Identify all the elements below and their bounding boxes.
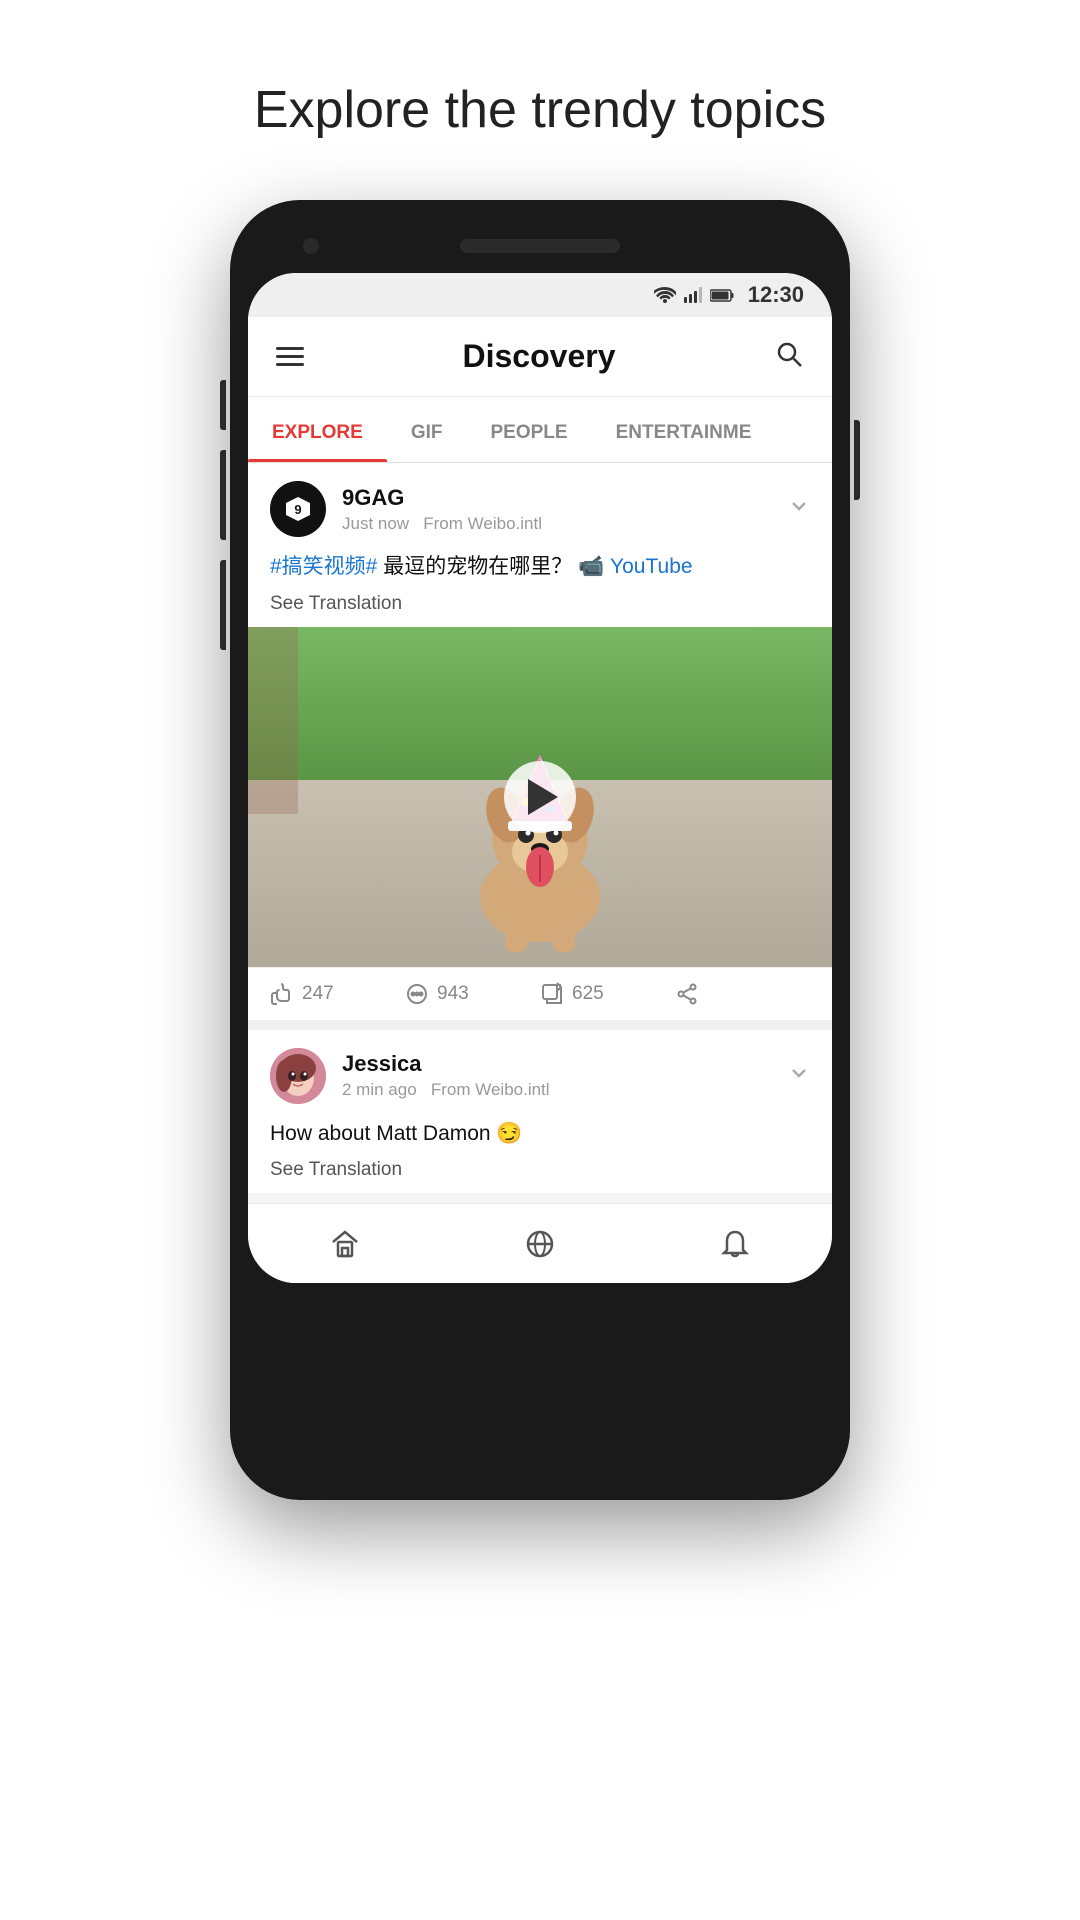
feed: 9 9GAG Just now From Weibo.intl (248, 463, 832, 1193)
phone-screen: 12:30 Discovery EXPLORE GIF PEOPLE E (248, 273, 832, 1283)
repost-icon (540, 982, 564, 1006)
post-meta: 2 min ago From Weibo.intl (342, 1080, 550, 1100)
youtube-link-text[interactable]: YouTube (610, 555, 693, 578)
brick-wall (248, 627, 298, 814)
discover-icon (524, 1228, 556, 1260)
status-icons: 12:30 (654, 282, 804, 308)
battery-icon (710, 289, 734, 302)
play-icon (528, 779, 558, 815)
tab-entertainment[interactable]: ENTERTAINME (592, 422, 776, 462)
comment-icon (405, 982, 429, 1006)
bottom-nav (248, 1203, 832, 1283)
nav-home[interactable] (248, 1204, 443, 1283)
chevron-down-icon (788, 1062, 810, 1084)
post-header-left: 9 9GAG Just now From Weibo.intl (270, 481, 542, 537)
like-icon (270, 982, 294, 1006)
post-header: 9 9GAG Just now From Weibo.intl (248, 463, 832, 549)
post-username: Jessica (342, 1051, 550, 1077)
app-title: Discovery (463, 338, 616, 375)
jessica-avatar (270, 1048, 326, 1104)
home-icon (329, 1228, 361, 1260)
like-button[interactable]: 247 (270, 982, 405, 1006)
share-icon (675, 982, 699, 1006)
post-options-button[interactable] (788, 1062, 810, 1090)
avatar: 9 (270, 481, 326, 537)
post-video-thumbnail[interactable] (248, 627, 832, 967)
side-button-power (854, 420, 860, 500)
wifi-icon (654, 287, 676, 303)
post-header: Jessica 2 min ago From Weibo.intl (248, 1030, 832, 1116)
post-source: From Weibo.intl (431, 1080, 550, 1099)
tab-explore[interactable]: EXPLORE (248, 422, 387, 462)
youtube-link[interactable]: 📹 (578, 555, 610, 578)
post-timestamp: Just now (342, 514, 409, 533)
phone-frame: 12:30 Discovery EXPLORE GIF PEOPLE E (230, 200, 850, 1500)
status-bar: 12:30 (248, 273, 832, 317)
search-button[interactable] (774, 339, 804, 374)
search-icon (774, 339, 804, 369)
post-header-left: Jessica 2 min ago From Weibo.intl (270, 1048, 550, 1104)
post-text: #搞笑视频# 最逗的宠物在哪里？ 📹 YouTube (248, 549, 832, 593)
post-card: Jessica 2 min ago From Weibo.intl (248, 1030, 832, 1194)
side-button-vol-down (220, 450, 226, 540)
phone-speaker (460, 239, 620, 253)
nav-notifications[interactable] (637, 1204, 832, 1283)
status-time: 12:30 (748, 282, 804, 308)
side-button-silent (220, 560, 226, 650)
see-translation-button[interactable]: See Translation (248, 593, 832, 627)
post-main-text: 最逗的宠物在哪里？ (383, 555, 572, 578)
avatar (270, 1048, 326, 1104)
menu-button[interactable] (276, 347, 304, 366)
post-meta: Just now From Weibo.intl (342, 514, 542, 534)
post-text: How about Matt Damon 😏 (248, 1116, 832, 1160)
phone-top-bar (248, 218, 832, 273)
like-count: 247 (302, 983, 334, 1005)
play-button[interactable] (504, 761, 576, 833)
bell-icon (719, 1228, 751, 1260)
hashtag[interactable]: #搞笑视频# (270, 555, 377, 578)
comment-count: 943 (437, 983, 469, 1005)
side-button-vol-up (220, 380, 226, 430)
app-header: Discovery (248, 317, 832, 397)
post-card: 9 9GAG Just now From Weibo.intl (248, 463, 832, 1020)
page-heading: Explore the trendy topics (254, 80, 826, 140)
tabs-bar: EXPLORE GIF PEOPLE ENTERTAINME (248, 397, 832, 463)
see-translation-button[interactable]: See Translation (248, 1159, 832, 1193)
comment-button[interactable]: 943 (405, 982, 540, 1006)
repost-count: 625 (572, 983, 604, 1005)
post-options-button[interactable] (788, 495, 810, 523)
chevron-down-icon (788, 495, 810, 517)
post-user-info: 9GAG Just now From Weibo.intl (342, 485, 542, 534)
post-timestamp: 2 min ago (342, 1080, 417, 1099)
post-actions: 247 943 (248, 967, 832, 1020)
tab-gif[interactable]: GIF (387, 422, 467, 462)
phone-camera (303, 238, 319, 254)
post-source: From Weibo.intl (423, 514, 542, 533)
post-username: 9GAG (342, 485, 542, 511)
signal-icon (684, 287, 702, 303)
share-button[interactable] (675, 982, 810, 1006)
repost-button[interactable]: 625 (540, 982, 675, 1006)
nav-discover[interactable] (443, 1204, 638, 1283)
9gag-logo: 9 (282, 493, 314, 525)
post-user-info: Jessica 2 min ago From Weibo.intl (342, 1051, 550, 1100)
svg-text:9: 9 (294, 502, 301, 517)
tab-people[interactable]: PEOPLE (466, 422, 591, 462)
